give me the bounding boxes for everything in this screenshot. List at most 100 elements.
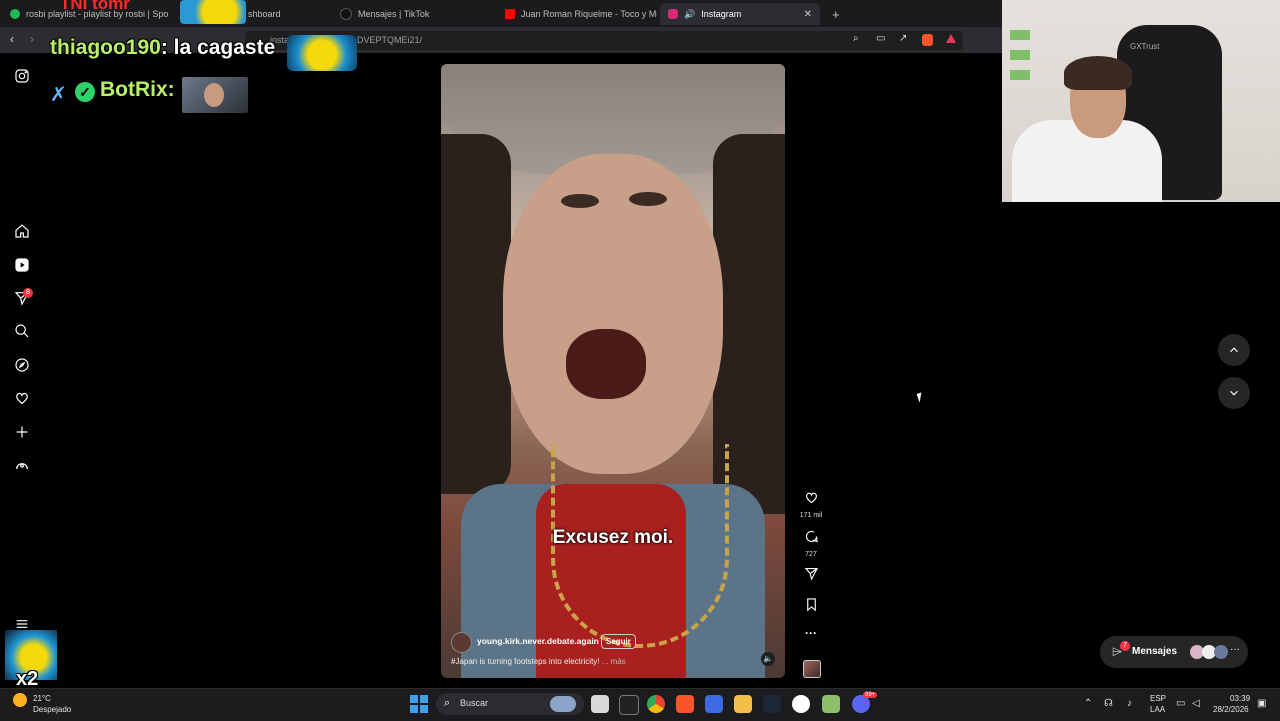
like-button[interactable]: 171 mil	[798, 490, 824, 519]
explore-icon[interactable]	[12, 355, 32, 375]
video-mouth	[566, 329, 646, 399]
chair-brand-logo: GXTrust	[1130, 42, 1160, 51]
sword-icon: ✗	[50, 84, 67, 106]
weather-desc[interactable]: Despejado	[33, 705, 71, 714]
weather-sun-icon	[13, 693, 27, 707]
webcam-overlay: GXTrust	[1002, 0, 1280, 202]
brave-rewards-icon[interactable]	[946, 34, 956, 43]
app-icon[interactable]	[822, 695, 840, 713]
file-explorer-icon[interactable]	[734, 695, 752, 713]
tab-instagram[interactable]: 🔊 Instagram ✕	[660, 3, 820, 25]
threads-icon[interactable]	[12, 455, 32, 475]
emote-image	[182, 77, 248, 113]
url-suffix: DVEPTQMEi21/	[357, 35, 423, 45]
new-tab-button[interactable]: +	[824, 3, 844, 25]
follow-button[interactable]: Seguir	[601, 634, 636, 649]
notifications-icon[interactable]: ▣	[1257, 698, 1266, 709]
speaker-icon: 🔊	[684, 8, 696, 19]
steam-icon[interactable]	[763, 695, 781, 713]
tab-label: shboard	[248, 9, 281, 19]
language-top[interactable]: ESP	[1150, 694, 1166, 703]
taskbar-search[interactable]: ⌕ Buscar	[436, 693, 584, 715]
task-view-icon[interactable]	[591, 695, 609, 713]
create-icon[interactable]	[12, 422, 32, 442]
tab-label: Instagram	[701, 9, 742, 19]
discord-badge: 99+	[863, 692, 878, 698]
comment-count: 727	[805, 551, 817, 558]
mute-icon[interactable]: 🔈	[761, 652, 775, 666]
network-icon[interactable]: ▭	[1176, 698, 1185, 709]
brave-shield-icon[interactable]	[922, 34, 933, 46]
description-text: Japan is turning footsteps into electric…	[455, 657, 600, 666]
video-face	[503, 154, 723, 474]
previous-reel-button[interactable]	[1218, 334, 1250, 366]
tab-youtube[interactable]: Juan Roman Riquelme - Toco y Me V	[497, 3, 657, 25]
verified-badge-icon: ✓	[75, 82, 95, 102]
notification-badge: 8	[23, 288, 33, 298]
close-tab-icon[interactable]: ✕	[804, 9, 812, 20]
brave-icon[interactable]	[676, 695, 694, 713]
instagram-icon	[668, 9, 678, 19]
cast-icon[interactable]: ▭	[876, 33, 885, 44]
wall-stickers	[1010, 30, 1030, 90]
like-count: 171 mil	[799, 512, 823, 519]
youtube-icon	[505, 9, 515, 19]
language-bottom[interactable]: LAA	[1150, 705, 1165, 714]
bot-username: BotRix:	[100, 78, 175, 101]
reel-description: #Japan is turning footsteps into electri…	[451, 657, 626, 666]
bookmark-icon	[806, 598, 816, 612]
tab-dashboard[interactable]: shboard	[240, 3, 330, 25]
tab-label: Juan Roman Riquelme - Toco y Me V	[521, 9, 657, 19]
volume-icon[interactable]: ◁	[1192, 698, 1200, 709]
spotify-icon	[10, 9, 20, 19]
comment-icon	[805, 530, 818, 543]
avatar	[1214, 645, 1228, 659]
messages-label: Mensajes	[1132, 646, 1178, 657]
heart-icon[interactable]	[12, 388, 32, 408]
mouse-cursor	[916, 392, 925, 403]
audio-thumbnail[interactable]	[803, 660, 821, 678]
heart-icon	[805, 492, 817, 504]
tab-tiktok[interactable]: Mensajes | TikTok	[332, 3, 497, 25]
video-subtitle: Excusez moi.	[552, 527, 674, 548]
video-hair-left	[441, 134, 511, 494]
tray-overflow-icon[interactable]: ⌃	[1084, 698, 1092, 709]
epic-games-icon[interactable]	[619, 695, 639, 715]
share-icon[interactable]: ↗	[899, 33, 907, 44]
back-icon[interactable]: ‹	[10, 32, 14, 46]
chevron-up-icon	[1230, 347, 1238, 353]
headset-icon[interactable]: ☊	[1104, 698, 1113, 709]
search-placeholder: Buscar	[460, 698, 489, 708]
weather-temp[interactable]: 21°C	[33, 694, 51, 703]
more-icon: ···	[1230, 644, 1240, 655]
clock-date[interactable]: 28/2/2026	[1213, 705, 1249, 714]
next-reel-button[interactable]	[1218, 377, 1250, 409]
windows-start-icon[interactable]	[410, 695, 428, 713]
video-eye-right	[629, 192, 667, 206]
store-icon[interactable]	[705, 695, 723, 713]
forward-icon[interactable]: ›	[30, 32, 34, 46]
share-button[interactable]	[798, 566, 824, 586]
emote-image	[180, 0, 246, 24]
author-username[interactable]: young.kirk.never.debate.again	[477, 636, 599, 646]
zoom-icon[interactable]: ⌕	[853, 33, 859, 44]
author-avatar[interactable]	[451, 632, 472, 653]
reel-video[interactable]: Excusez moi. young.kirk.never.debate.aga…	[441, 64, 785, 678]
emote-face	[204, 83, 224, 107]
riot-client-icon[interactable]	[792, 695, 810, 713]
browser-tab-strip: rosbi playlist - playlist by rosbi | Spo…	[0, 0, 1002, 27]
home-icon[interactable]	[12, 221, 32, 241]
chevron-down-icon	[1230, 390, 1238, 396]
search-icon[interactable]	[12, 321, 32, 341]
instagram-logo-icon[interactable]	[12, 66, 32, 86]
clock-time[interactable]: 03:39	[1230, 694, 1250, 703]
microphone-icon[interactable]: ♪	[1127, 698, 1132, 709]
save-button[interactable]	[798, 597, 824, 617]
comment-button[interactable]: 727	[798, 529, 824, 558]
send-icon	[804, 567, 818, 581]
messages-pill[interactable]: ⌲ 7 Mensajes ···	[1100, 636, 1248, 668]
reels-icon[interactable]	[12, 255, 32, 275]
more-options-icon[interactable]: ···	[798, 626, 824, 640]
more-link[interactable]: ... más	[602, 657, 626, 666]
chrome-icon[interactable]	[647, 695, 665, 713]
